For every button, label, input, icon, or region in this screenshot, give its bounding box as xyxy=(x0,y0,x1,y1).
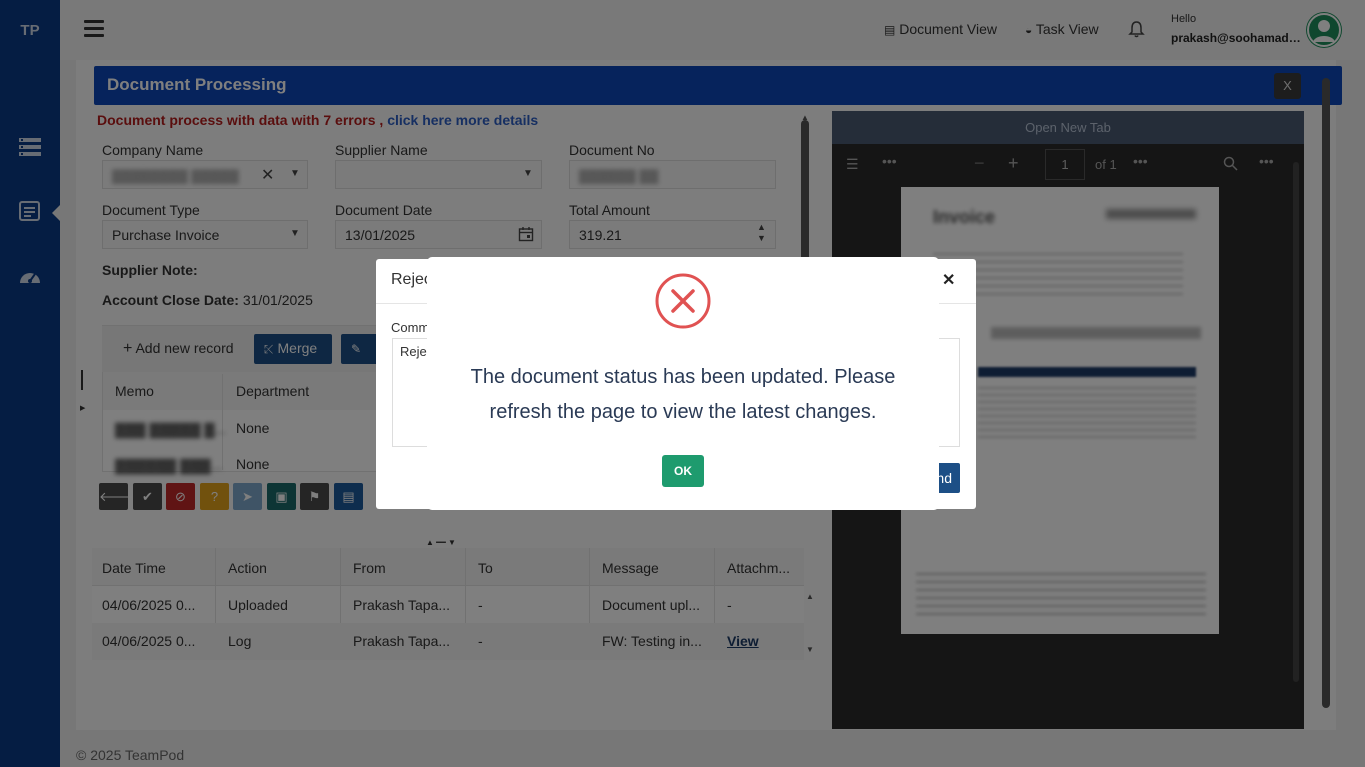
modal-message: The document status has been updated. Pl… xyxy=(470,366,896,423)
error-x-icon xyxy=(654,272,712,335)
reject-dialog-title: Rejec xyxy=(391,271,432,288)
comment-label: Comm xyxy=(391,320,430,335)
comment-value: Reje xyxy=(400,344,427,359)
close-icon[interactable]: ✕ xyxy=(942,270,955,290)
ok-button[interactable]: OK xyxy=(662,455,704,487)
